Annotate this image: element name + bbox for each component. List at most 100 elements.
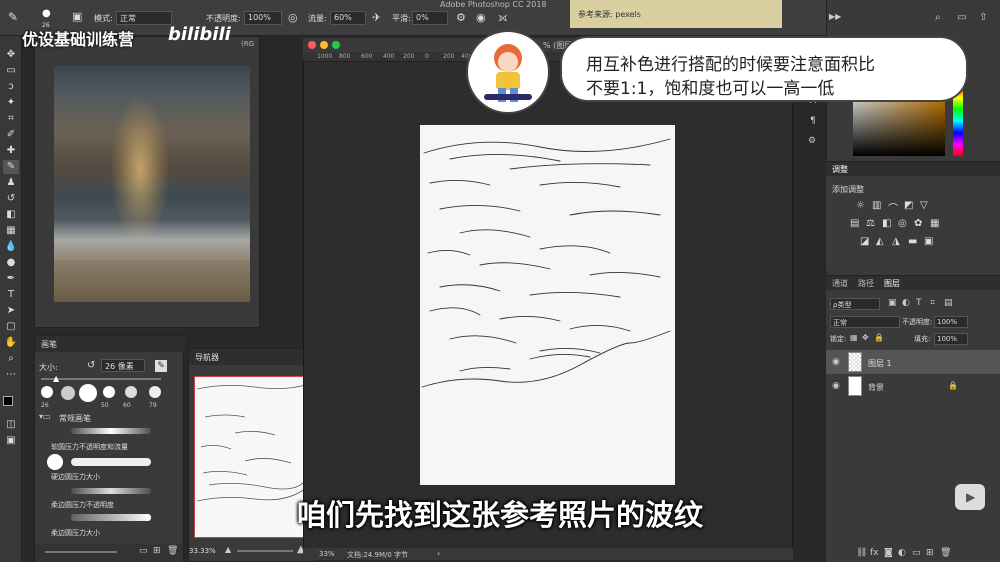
layer-row[interactable]: ◉ 背景 🔒 [826,374,1000,398]
brush-item-2[interactable]: 柔边圆压力不透明度 [51,500,114,510]
preview-size-slider[interactable] [45,551,117,553]
layer-row[interactable]: ◉ 图层 1 [826,350,1000,374]
layer-opacity-input[interactable]: 100% [934,316,968,328]
delete-layer-icon[interactable]: 🗑 [940,548,951,558]
mode-select[interactable]: 正常 [116,11,172,25]
brush-preset-hard-large[interactable] [79,384,97,402]
lock-position-icon[interactable]: ✥ [862,333,869,342]
smooth-input[interactable]: 0% [412,11,448,25]
photo-filter-icon[interactable]: ◎ [898,218,907,229]
brush-preset-pressure-3[interactable] [149,386,161,398]
brush-group-name[interactable]: 常规画笔 [59,413,91,424]
zoom-tool-icon[interactable]: ⌕ [3,352,19,366]
lock-all-icon[interactable]: 🔒 [874,333,884,342]
brush-preset-hard-small[interactable] [41,386,53,398]
filter-smart-icon[interactable]: ▤ [944,298,953,308]
flow-input[interactable]: 60% [330,11,366,25]
path-select-icon[interactable]: ➤ [3,304,19,318]
invert-icon[interactable]: ◪ [860,236,869,247]
link-layers-icon[interactable]: ⛓ [856,548,867,558]
share-icon[interactable]: ⇧ [979,12,987,23]
levels-icon[interactable]: ▥ [872,200,881,211]
close-window-icon[interactable] [308,41,316,49]
folder-icon[interactable]: ▾▭ [39,412,51,421]
new-group-icon[interactable]: ▭ [139,546,148,556]
brush-panel-toggle-icon[interactable]: ▣ [72,10,82,23]
crop-tool-icon[interactable]: ⌗ [3,112,19,126]
navigator-zoom-slider[interactable] [237,550,293,552]
curves-icon[interactable]: ⌒ [888,200,898,215]
pressure-size-icon[interactable]: ◉ [476,11,486,24]
lasso-tool-icon[interactable]: ↄ [3,80,19,94]
blend-mode-select[interactable]: 正常 [830,316,900,328]
lock-pixels-icon[interactable]: ▦ [850,333,858,342]
new-fill-layer-icon[interactable]: ◐ [898,548,906,558]
brush-preset-soft[interactable] [61,386,75,400]
shape-tool-icon[interactable]: ▢ [3,320,19,334]
quick-mask-icon[interactable]: ◫ [3,418,19,432]
workspace-icon[interactable]: ▭ [957,12,966,23]
layer-name[interactable]: 背景 [868,382,884,393]
threshold-icon[interactable]: ◮ [892,236,900,247]
brush-preset-picker[interactable]: ● [42,8,51,19]
navigator-zoom[interactable]: 33.33% [189,547,216,555]
color-lookup-icon[interactable]: ▦ [930,218,939,229]
smooth-settings-icon[interactable]: ⚙ [456,11,466,24]
filter-pixel-icon[interactable]: ▣ [888,298,897,308]
quick-select-icon[interactable]: ✦ [3,96,19,110]
more-tools-icon[interactable]: ⋯ [3,368,19,382]
properties-panel-icon[interactable]: ⚙ [808,136,816,146]
foreground-color-swatch[interactable] [3,396,13,406]
status-zoom[interactable]: 33% [319,550,335,558]
brush-tool-icon[interactable]: ✎ [3,160,19,174]
tab-paths[interactable]: 路径 [858,278,874,289]
brush-size-input[interactable]: 26 像素 [101,359,145,372]
blur-tool-icon[interactable]: 💧 [3,240,19,254]
eye-icon[interactable]: ◉ [832,357,840,367]
status-doc-size[interactable]: 文档:24.9M/0 字节 [347,550,408,560]
zoom-out-icon[interactable]: ▲ [225,545,231,554]
minimize-window-icon[interactable] [320,41,328,49]
tab-channels[interactable]: 通道 [832,278,848,289]
navigator-header[interactable]: 导航器 [189,349,317,365]
filter-type-icon[interactable]: T [916,298,922,308]
brightness-contrast-icon[interactable]: ☼ [856,200,865,211]
status-arrow-icon[interactable]: › [437,549,440,558]
airbrush-icon[interactable]: ✈ [372,11,381,24]
brush-panel-header[interactable]: 画笔 [35,336,185,352]
channel-mixer-icon[interactable]: ✿ [914,218,922,229]
brush-settings-icon[interactable]: ✎ [155,360,167,372]
vibrance-icon[interactable]: ▽ [920,200,928,211]
eraser-icon[interactable]: ◧ [3,208,19,222]
brush-item-0[interactable]: 软圆压力不透明度和流量 [51,442,128,452]
layer-name[interactable]: 图层 1 [868,358,892,369]
history-brush-icon[interactable]: ↺ [3,192,19,206]
layer-mask-icon[interactable]: ◙ [884,548,893,558]
selective-color-icon[interactable]: ▣ [924,236,933,247]
filter-shape-icon[interactable]: ⌗ [930,298,935,308]
new-brush-icon[interactable]: ⊞ [153,546,161,556]
new-group-icon[interactable]: ▭ [912,548,921,558]
reset-size-icon[interactable]: ↺ [87,360,95,371]
search-icon[interactable]: ⌕ [935,12,941,23]
collapse-dock-icon[interactable]: ▶▶ [829,12,841,21]
tab-layers[interactable]: 图层 [884,278,900,289]
paragraph-panel-icon[interactable]: ¶ [810,116,816,126]
opacity-input[interactable]: 100% [244,11,282,25]
dodge-tool-icon[interactable]: ● [3,256,19,270]
drawing-canvas[interactable] [420,125,675,485]
color-balance-icon[interactable]: ⚖ [866,218,875,229]
brush-item-3[interactable]: 柔边圆压力大小 [51,528,100,538]
gradient-icon[interactable]: ▦ [3,224,19,238]
size-slider-handle[interactable]: ▲ [53,374,59,383]
brush-preset-pressure-2[interactable] [125,386,137,398]
hand-tool-icon[interactable]: ✋ [3,336,19,350]
black-white-icon[interactable]: ◧ [882,218,891,229]
marquee-tool-icon[interactable]: ▭ [3,64,19,78]
exposure-icon[interactable]: ◩ [904,200,913,211]
stamp-tool-icon[interactable]: ♟ [3,176,19,190]
layer-kind-filter[interactable]: ρ类型 [830,298,880,310]
brush-preset-pressure-1[interactable] [103,386,115,398]
layer-style-icon[interactable]: fx [870,548,879,558]
fill-input[interactable]: 100% [934,333,968,345]
